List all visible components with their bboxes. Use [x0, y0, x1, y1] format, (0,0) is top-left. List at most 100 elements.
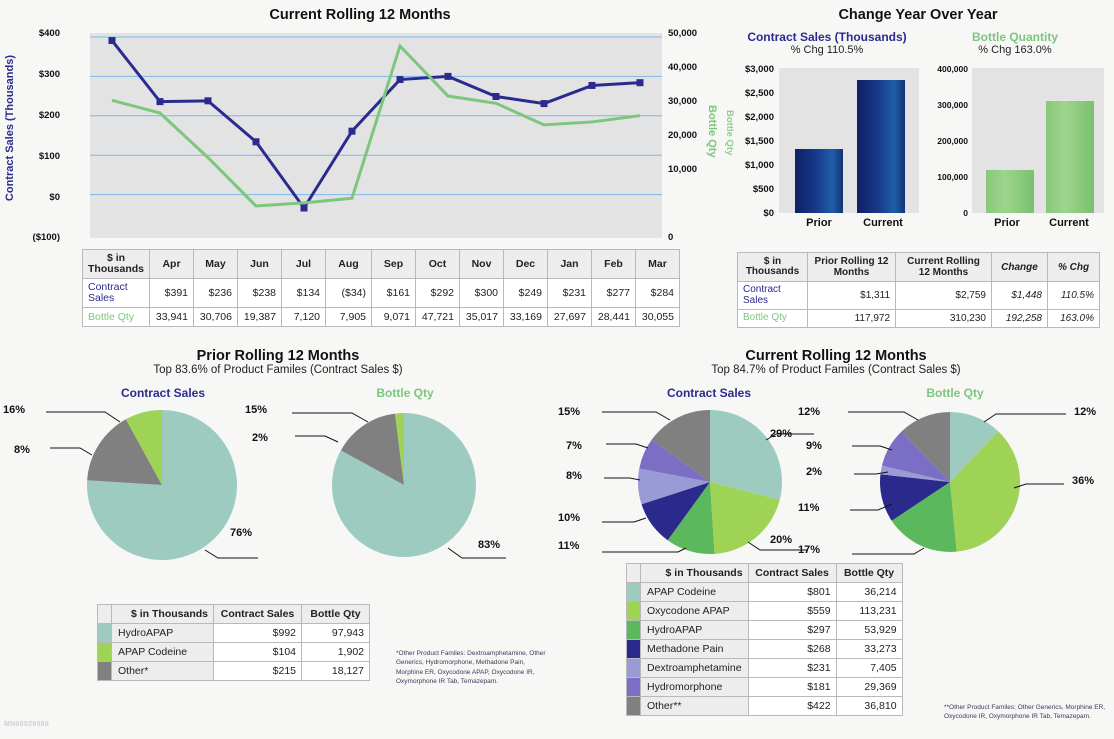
- table-row: Contract Sales $1,311 $2,759 $1,448 110.…: [737, 281, 1100, 310]
- cell: 28,441: [591, 307, 636, 328]
- col-mar: Mar: [635, 248, 680, 280]
- list-item: Other* $215 18,127: [97, 661, 370, 681]
- prior-footnote: *Other Product Familes: Dextroamphetamin…: [396, 650, 546, 686]
- cell: 36,810: [835, 696, 903, 716]
- cell: 33,273: [835, 639, 903, 659]
- cell: 7,905: [325, 307, 372, 328]
- yoy-left-tick-2500: $2,500: [744, 88, 774, 99]
- prior-bq-label-15: 15%: [245, 404, 268, 416]
- yoy-right-tick-400000: 400,000: [937, 64, 968, 74]
- line-chart-svg: [90, 36, 662, 212]
- cell: 47,721: [415, 307, 460, 328]
- yoy-left-tick-3000: $3,000: [744, 64, 774, 75]
- cell: $992: [213, 623, 302, 643]
- cell: 18,127: [301, 661, 370, 681]
- yoy-left-plot-area: [779, 68, 919, 213]
- current-bq-label-36: 36%: [1072, 475, 1095, 487]
- cell: 9,071: [371, 307, 416, 328]
- swatch-apap-codeine: [626, 582, 641, 602]
- current-pie-right-title: Bottle Qty: [926, 386, 984, 400]
- yoy-right-title: Bottle Quantity: [972, 30, 1058, 44]
- cell: 110.5%: [1047, 281, 1100, 310]
- cell: $236: [193, 278, 238, 309]
- current-bq-label-17: 17%: [798, 544, 821, 556]
- cell: $231: [547, 278, 592, 309]
- list-item: Hydromorphone $181 29,369: [626, 677, 903, 697]
- cell: $249: [503, 278, 548, 309]
- prior-cs-label-76: 76%: [230, 527, 253, 539]
- yoy-left-cat-current: Current: [863, 217, 903, 229]
- cell: 19,387: [237, 307, 282, 328]
- cell: 27,697: [547, 307, 592, 328]
- current-bq-label-9: 9%: [806, 440, 822, 452]
- yoy-left-tick-2000: $2,000: [744, 112, 774, 123]
- bar-current-qty: [1046, 101, 1094, 213]
- current-legend-label-methadone-pain: Methadone Pain: [640, 639, 749, 659]
- table-row: Contract Sales $391 $236 $238 $134 ($34)…: [82, 278, 680, 309]
- current-legend-label-dextroamphetamine: Dextroamphetamine: [640, 658, 749, 678]
- current-subtitle: Top 84.7% of Product Familes (Contract S…: [711, 364, 961, 376]
- cell: $292: [415, 278, 460, 309]
- yoy-title: Change Year Over Year: [838, 7, 998, 23]
- col-aug: Aug: [325, 248, 372, 280]
- current-legend-label-hydromorphone: Hydromorphone: [640, 677, 749, 697]
- cell: $268: [747, 639, 837, 659]
- cell: 30,706: [193, 307, 238, 328]
- col-dec: Dec: [503, 248, 548, 280]
- table-header-row: $ in Thousands Contract Sales Bottle Qty: [626, 563, 903, 583]
- cell: $801: [747, 582, 837, 602]
- swatch-hydroapap: [97, 623, 112, 643]
- yoy-left-tick-500: $500: [752, 184, 774, 195]
- cell: $181: [747, 677, 837, 697]
- current-legend-table: $ in Thousands Contract Sales Bottle Qty…: [626, 563, 903, 716]
- col-jan: Jan: [547, 248, 592, 280]
- table-row: Bottle Qty 117,972 310,230 192,258 163.0…: [737, 309, 1100, 328]
- cell: ($34): [325, 278, 372, 309]
- y2-tick-0: 0: [668, 232, 674, 243]
- y2-tick-10000: 10,000: [668, 164, 698, 175]
- row-label-bottle-qty: Bottle Qty: [82, 307, 150, 328]
- table-header-row: $ in Thousands Prior Rolling 12 Months C…: [737, 252, 1100, 282]
- current-cs-label-15: 15%: [558, 406, 581, 418]
- cell: $284: [635, 278, 680, 309]
- cell: $1,311: [807, 281, 896, 310]
- current-pies-svg: [602, 410, 1066, 555]
- yoy-left-subtitle: % Chg 110.5%: [790, 44, 864, 56]
- y-tick-0: $0: [49, 192, 60, 203]
- y-tick-400: $400: [38, 28, 60, 39]
- current-section: Current Rolling 12 Months Top 84.7% of P…: [558, 348, 1114, 556]
- col-feb: Feb: [591, 248, 636, 280]
- cell: 53,929: [835, 620, 903, 640]
- cell: $391: [149, 278, 194, 309]
- cell: $422: [747, 696, 837, 716]
- cell: 33,169: [503, 307, 548, 328]
- cell: 7,405: [835, 658, 903, 678]
- prior-legend-label-apap-codeine: APAP Codeine: [111, 642, 214, 662]
- yoy-right-plot-area: [972, 68, 1104, 213]
- row-label-contract-sales: Contract Sales: [82, 278, 150, 309]
- current-bq-label-12-right: 12%: [1074, 406, 1097, 418]
- list-item: APAP Codeine $801 36,214: [626, 582, 903, 602]
- cell: 310,230: [895, 309, 992, 328]
- table-header-row: $ in Thousands Contract Sales Bottle Qty: [97, 604, 370, 624]
- prior-legend-col-qty: Bottle Qty: [301, 604, 370, 624]
- prior-section: Prior Rolling 12 Months Top 83.6% of Pro…: [0, 348, 556, 560]
- yoy-col-prior: Prior Rolling 12 Months: [807, 252, 896, 282]
- yoy-right-tick-300000: 300,000: [937, 100, 968, 110]
- yoy-right-tick-100000: 100,000: [937, 172, 968, 182]
- table-row: Bottle Qty 33,941 30,706 19,387 7,120 7,…: [82, 307, 680, 328]
- cell: 1,902: [301, 642, 370, 662]
- cell: 113,231: [835, 601, 903, 621]
- yoy-right-tick-200000: 200,000: [937, 136, 968, 146]
- prior-legend-table: $ in Thousands Contract Sales Bottle Qty…: [97, 604, 370, 681]
- swatch-other: [97, 661, 112, 681]
- swatch-dextroamphetamine: [626, 658, 641, 678]
- y2-tick-30000: 30,000: [668, 96, 698, 107]
- list-item: Dextroamphetamine $231 7,405: [626, 658, 903, 678]
- swatch-header: [626, 563, 641, 583]
- cell: 192,258: [991, 309, 1048, 328]
- yoy-row-label-contract-sales: Contract Sales: [737, 281, 808, 310]
- cell: $104: [213, 642, 302, 662]
- current-title: Current Rolling 12 Months: [745, 348, 927, 364]
- table-header-row: $ in Thousands Apr May Jun Jul Aug Sep O…: [82, 248, 680, 280]
